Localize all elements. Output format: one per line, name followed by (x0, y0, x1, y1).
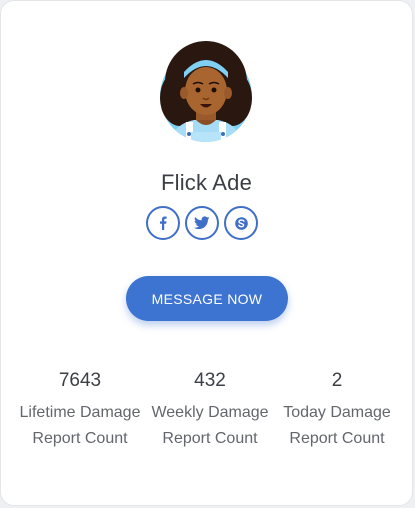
stat-label: Today Damage Report Count (283, 404, 391, 447)
skype-button[interactable] (224, 206, 258, 240)
message-now-button[interactable]: MESSAGE NOW (126, 276, 288, 321)
stat-label: Weekly Damage Report Count (151, 404, 269, 447)
facebook-button[interactable] (146, 206, 180, 240)
stat-value: 7643 (58, 370, 102, 391)
stat-label: Lifetime Damage Report Count (19, 404, 141, 447)
skype-icon (234, 216, 248, 230)
woman-avatar-icon (160, 41, 252, 142)
stat-value: 2 (331, 370, 343, 391)
social-links (146, 206, 270, 246)
stat-value: 432 (194, 370, 226, 391)
avatar (158, 38, 254, 148)
stat-today: 2 Today Damage Report Count (268, 369, 406, 451)
stat-weekly: 432 Weekly Damage Report Count (141, 369, 279, 451)
profile-name: Flick Ade (160, 170, 253, 195)
twitter-button[interactable] (185, 206, 219, 240)
facebook-icon (160, 216, 167, 230)
twitter-icon (194, 216, 210, 230)
stat-lifetime: 7643 Lifetime Damage Report Count (11, 369, 149, 451)
profile-card: Flick Ade MESSAGE NOW 7643 Lifetime Dama… (0, 0, 413, 506)
